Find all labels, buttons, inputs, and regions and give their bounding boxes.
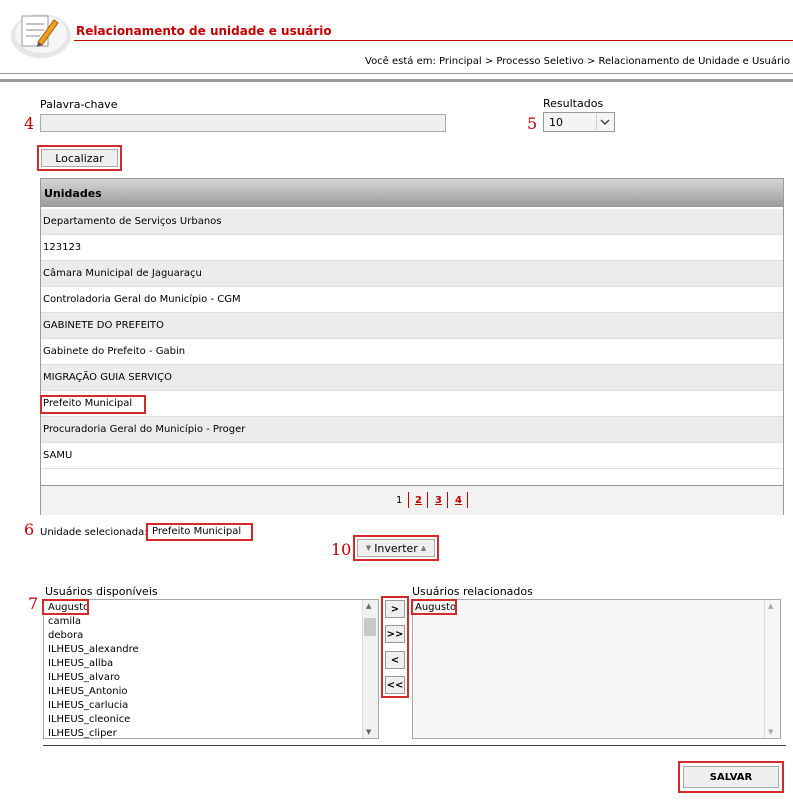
results-select-value: 10 (549, 116, 563, 129)
footer-divider (43, 745, 786, 746)
invert-button-label: Inverter (374, 541, 418, 555)
table-cell: GABINETE DO PREFEITO (43, 320, 164, 331)
list-item[interactable]: ILHEUS_alexandre (48, 644, 139, 655)
scrollbar-thumb[interactable] (364, 618, 376, 636)
related-list-scrollbar[interactable]: ▲ ▼ (764, 600, 780, 738)
page-current: 1 (396, 495, 403, 506)
pagination: 1 2 3 4 (41, 485, 783, 515)
triangle-up-icon: ▲ (420, 544, 427, 552)
invert-button[interactable]: ▼ Inverter ▲ (357, 539, 435, 557)
related-users-list[interactable]: Augusto ▲ ▼ (412, 599, 781, 739)
table-row[interactable]: MIGRAÇÃO GUIA SERVIÇO (41, 365, 783, 391)
keyword-label: Palavra-chave (40, 98, 118, 111)
page-separator (447, 492, 448, 508)
table-cell: Procuradoria Geral do Município - Proger (43, 424, 246, 435)
table-cell: Controladoria Geral do Município - CGM (43, 294, 241, 305)
page-separator (427, 492, 428, 508)
results-select[interactable]: 10 (543, 112, 615, 132)
table-row[interactable]: SAMU (41, 443, 783, 469)
table-header: Unidades (41, 179, 783, 207)
annotation-number: 5 (527, 114, 538, 133)
table-cell: Gabinete do Prefeito - Gabin (43, 346, 186, 357)
list-item[interactable]: ILHEUS_allba (48, 658, 113, 669)
available-item-highlight (42, 599, 89, 615)
list-item[interactable]: ILHEUS_cleonice (48, 714, 130, 725)
annotation-number: 10 (331, 540, 352, 559)
list-item[interactable]: ILHEUS_carlucia (48, 700, 128, 711)
table-row[interactable]: Câmara Municipal de Jaguaraçu (41, 261, 783, 287)
scroll-down-icon[interactable]: ▼ (768, 728, 773, 736)
results-label: Resultados (543, 97, 604, 110)
move-all-left-button[interactable]: << (385, 676, 405, 694)
table-row[interactable]: 123123 (41, 235, 783, 261)
list-item[interactable]: ILHEUS_Antonio (48, 686, 127, 697)
table-row[interactable]: GABINETE DO PREFEITO (41, 313, 783, 339)
related-item-highlight (411, 599, 457, 615)
units-table: Unidades Departamento de Serviços Urbano… (40, 178, 784, 515)
annotation-number: 6 (24, 520, 35, 539)
related-users-label: Usuários relacionados (412, 585, 533, 598)
annotation-number: 4 (24, 114, 35, 133)
column-header-units: Unidades (44, 187, 102, 200)
keyword-input[interactable] (40, 114, 446, 132)
available-users-label: Usuários disponíveis (45, 585, 158, 598)
page-link[interactable]: 4 (455, 495, 462, 506)
page-separator (467, 492, 468, 508)
header-divider (0, 73, 793, 74)
page-separator (408, 492, 409, 508)
list-item[interactable]: ILHEUS_cliper (48, 728, 117, 738)
header-divider-thick (0, 79, 793, 82)
table-cell: MIGRAÇÃO GUIA SERVIÇO (43, 372, 172, 383)
scroll-down-icon[interactable]: ▼ (366, 728, 371, 736)
table-cell: Câmara Municipal de Jaguaraçu (43, 268, 202, 279)
table-cell: Departamento de Serviços Urbanos (43, 216, 222, 227)
page-link[interactable]: 2 (415, 495, 422, 506)
find-button[interactable]: Localizar (41, 149, 118, 167)
triangle-down-icon: ▼ (365, 544, 372, 552)
list-item[interactable]: camila (48, 616, 81, 627)
annotation-number: 7 (28, 594, 39, 613)
selected-unit-label: Unidade selecionada: (40, 527, 148, 538)
table-cell: Prefeito Municipal (43, 398, 133, 409)
table-cell: 123123 (43, 242, 82, 253)
notepad-logo-icon (8, 6, 74, 58)
available-list-scrollbar[interactable]: ▲ ▼ (362, 600, 378, 738)
chevron-down-icon (596, 114, 613, 130)
table-row[interactable]: Procuradoria Geral do Município - Proger (41, 417, 783, 443)
page-link[interactable]: 3 (435, 495, 442, 506)
move-all-right-button[interactable]: >> (385, 625, 405, 643)
selected-unit-value: Prefeito Municipal (152, 526, 242, 537)
scroll-up-icon[interactable]: ▲ (768, 602, 773, 610)
table-row[interactable]: Departamento de Serviços Urbanos (41, 209, 783, 235)
table-cell: SAMU (43, 450, 73, 461)
table-row-selected[interactable]: Prefeito Municipal (40, 391, 783, 417)
scroll-up-icon[interactable]: ▲ (366, 602, 371, 610)
move-left-button[interactable]: < (385, 651, 405, 669)
save-button[interactable]: SALVAR (683, 766, 779, 788)
title-underline (74, 40, 793, 41)
move-right-button[interactable]: > (385, 600, 405, 618)
table-row[interactable]: Controladoria Geral do Município - CGM (41, 287, 783, 313)
available-users-list[interactable]: Augusto camila debora ILHEUS_alexandre I… (43, 599, 379, 739)
list-item[interactable]: debora (48, 630, 83, 641)
breadcrumb: Você está em: Principal > Processo Selet… (365, 56, 790, 67)
table-row[interactable]: Gabinete do Prefeito - Gabin (41, 339, 783, 365)
page-title: Relacionamento de unidade e usuário (76, 24, 332, 38)
list-item[interactable]: ILHEUS_alvaro (48, 672, 120, 683)
